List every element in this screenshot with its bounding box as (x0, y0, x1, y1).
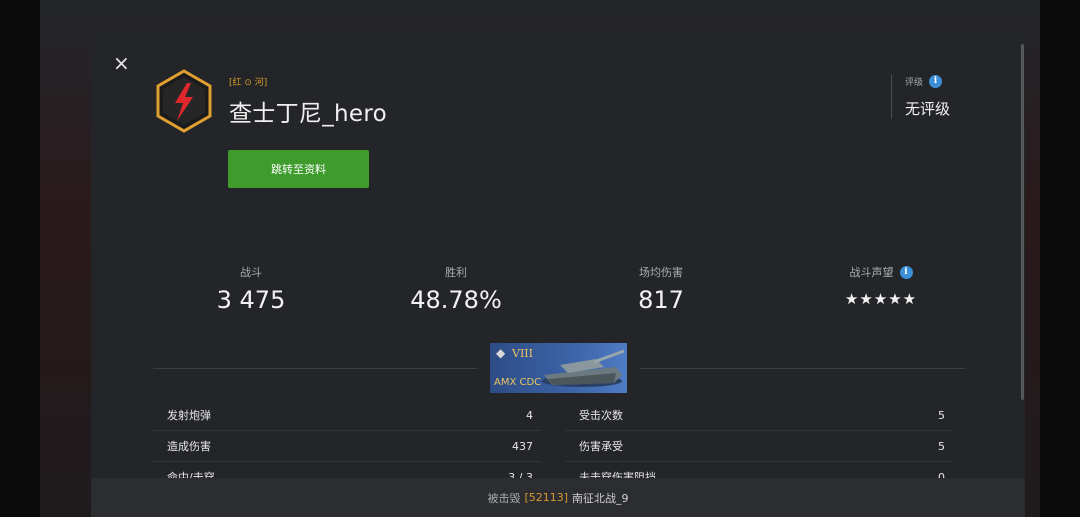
clan-tag: [红 ⊙ 河] (229, 78, 268, 88)
table-row: 受击次数 5 (565, 400, 953, 431)
row-label: 伤害承受 (579, 440, 623, 453)
row-label: 发射炮弹 (167, 409, 211, 422)
player-info-panel: × [红 ⊙ 河] 查士丁尼_hero 跳转至资料 评级 i 无评级 战斗 3 … (91, 31, 1025, 517)
stat-label: 战斗声望 (849, 266, 894, 279)
footer-clan-tag: [52113] (524, 491, 569, 504)
destroyed-by-footer: 被击毁 [52113] 南征北战_9 (91, 478, 1025, 517)
background-right (1040, 0, 1080, 517)
clan-emblem-icon (156, 69, 212, 133)
stat-label: 战斗 (240, 266, 262, 279)
stat-win-rate: 胜利 48.78% (356, 264, 556, 314)
row-value: 4 (526, 408, 533, 422)
row-value: 5 (938, 408, 945, 422)
table-row: 造成伤害 437 (153, 431, 541, 462)
divider (640, 368, 965, 369)
stat-value: 3 475 (216, 286, 286, 314)
rating-label-row: 评级 i (905, 75, 1011, 88)
tank-image (542, 349, 625, 387)
summary-stats: 战斗 3 475 胜利 48.78% 场均伤害 817 战斗声望 i ★★★★★ (151, 264, 971, 324)
stat-value: 48.78% (410, 286, 502, 314)
stat-reputation: 战斗声望 i ★★★★★ (781, 264, 981, 308)
tank-name: AMX CDC (494, 377, 542, 388)
reputation-stars: ★★★★★ (844, 290, 918, 308)
footer-prefix: 被击毁 (487, 491, 521, 505)
info-icon[interactable]: i (899, 265, 913, 279)
stat-battles: 战斗 3 475 (151, 264, 351, 314)
stat-label: 胜利 (445, 266, 467, 279)
rating-label: 评级 (905, 78, 924, 88)
table-row: 发射炮弹 4 (153, 400, 541, 431)
background-left (0, 0, 40, 517)
row-label: 受击次数 (579, 409, 623, 422)
scrollbar[interactable] (1021, 44, 1024, 400)
row-label: 造成伤害 (167, 440, 211, 453)
close-icon[interactable]: × (113, 51, 133, 75)
rating-value: 无评级 (905, 100, 951, 118)
rating-box: 评级 i 无评级 (891, 75, 1011, 119)
medium-tank-icon: ◆ (496, 346, 506, 360)
tank-tier: VIII (512, 347, 533, 360)
table-row: 伤害承受 5 (565, 431, 953, 462)
row-value: 5 (938, 439, 945, 453)
player-name: 查士丁尼_hero (229, 101, 387, 127)
info-icon[interactable]: i (929, 75, 943, 88)
stat-value: 817 (638, 286, 684, 314)
row-value: 437 (512, 439, 533, 453)
footer-player-name: 南征北战_9 (572, 491, 629, 505)
tank-card: ◆ VIII AMX CDC (490, 343, 627, 393)
go-to-profile-button[interactable]: 跳转至资料 (228, 150, 369, 188)
divider (153, 368, 477, 369)
stat-label: 场均伤害 (639, 266, 683, 279)
stat-avg-damage: 场均伤害 817 (561, 264, 761, 314)
